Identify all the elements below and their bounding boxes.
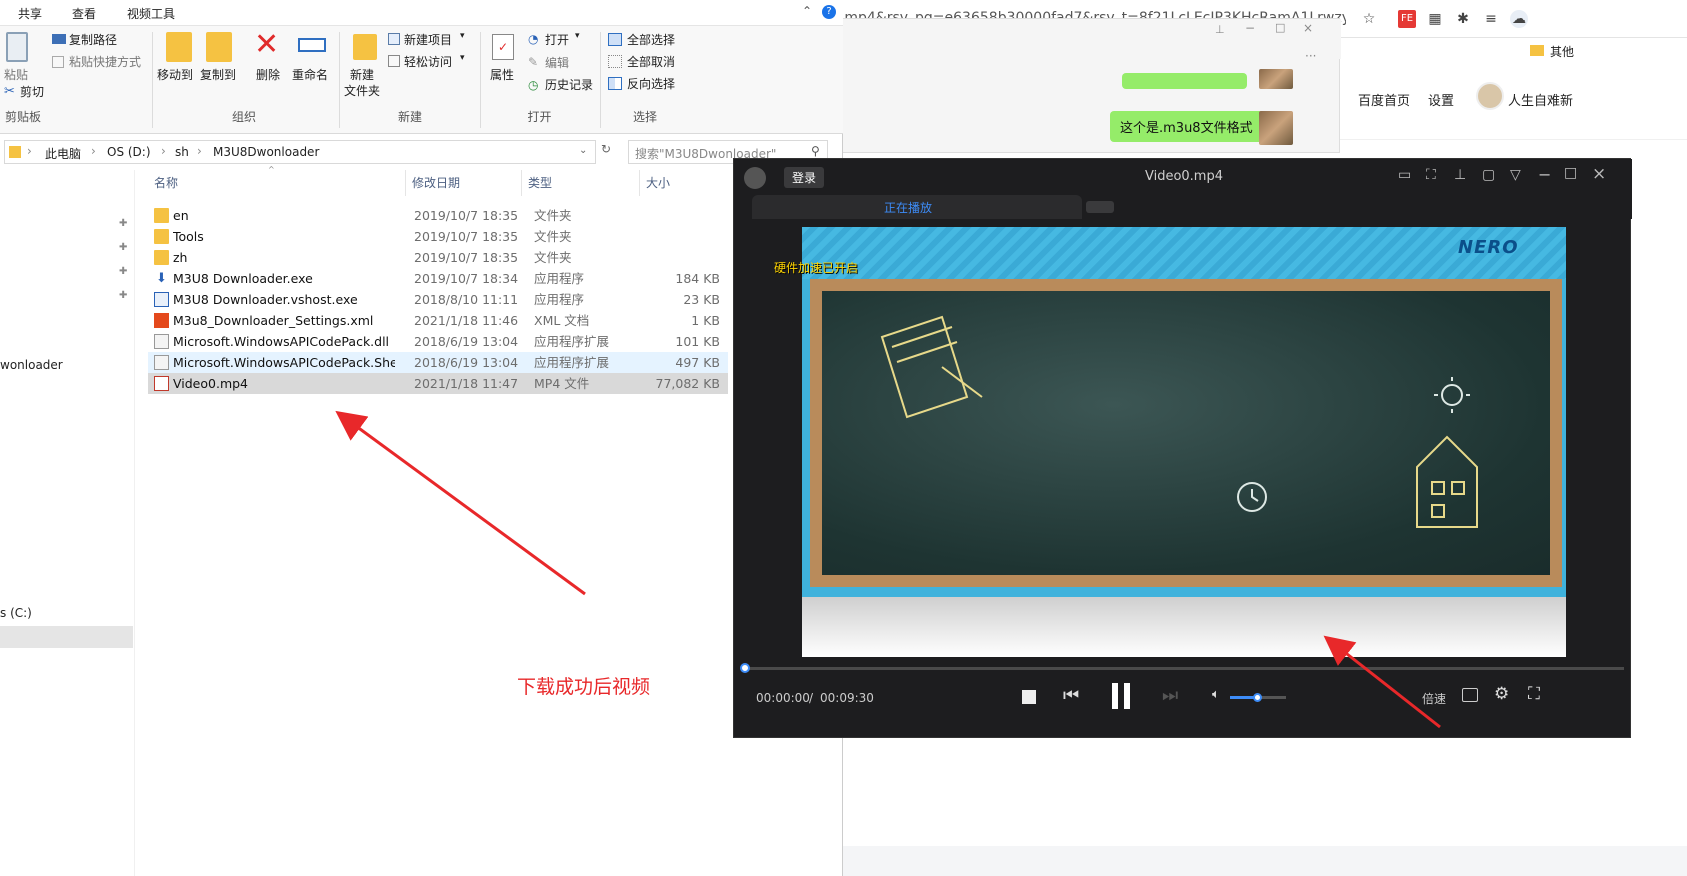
arrow-to-file — [335, 410, 586, 596]
annotation-arrows — [335, 410, 1441, 729]
arrow-to-video — [1323, 635, 1441, 729]
